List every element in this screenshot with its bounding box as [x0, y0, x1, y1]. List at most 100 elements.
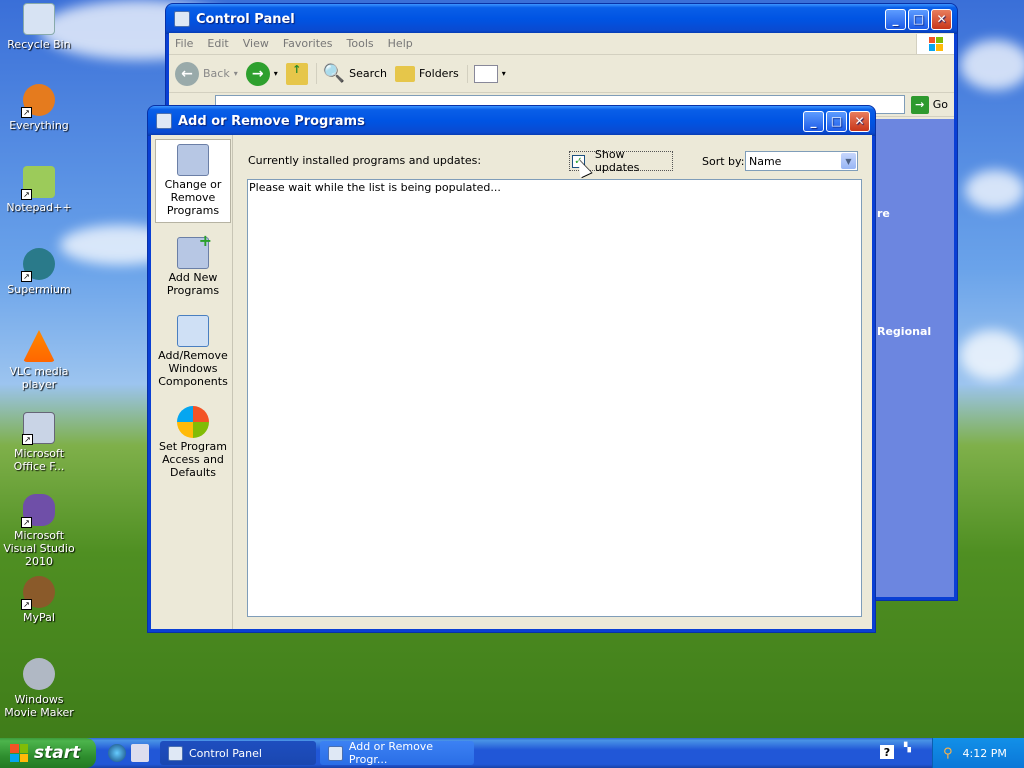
desktop-icon-label: Notepad++ — [6, 201, 72, 214]
clock[interactable]: 4:12 PM — [963, 747, 1007, 760]
taskbar-button-add-remove[interactable]: Add or Remove Progr... — [320, 740, 474, 766]
movie-maker-icon — [23, 658, 55, 690]
sidebar-item-change-remove[interactable]: Change or Remove Programs — [155, 139, 231, 223]
network-icon[interactable]: ▚ — [904, 743, 911, 753]
help-icon[interactable]: ? — [880, 745, 894, 759]
folders-label: Folders — [418, 67, 459, 80]
add-remove-programs-icon — [156, 113, 172, 129]
sidebar-item-label: Change or Remove Programs — [164, 178, 222, 217]
minimize-button[interactable]: _ — [803, 110, 824, 132]
supermium-icon: ↗ — [21, 248, 55, 282]
close-button[interactable]: ✕ — [931, 8, 952, 30]
show-updates-label: Show updates — [594, 148, 640, 174]
sidebar-item-add-new[interactable]: + Add New Programs — [155, 233, 231, 301]
sort-by-label: Sort by: — [702, 155, 745, 168]
sidebar-item-label: Set Program Access and Defaults — [159, 440, 227, 479]
minimize-button[interactable]: _ — [885, 8, 906, 30]
views-button[interactable]: ▾ — [466, 64, 506, 83]
menu-file[interactable]: File — [175, 37, 193, 50]
maximize-button[interactable]: □ — [826, 110, 847, 132]
back-button[interactable]: ← Back ▾ — [175, 61, 238, 86]
show-desktop-icon[interactable] — [131, 744, 149, 762]
desktop-icon-notepad[interactable]: ↗ Notepad++ — [0, 166, 78, 214]
forward-button[interactable]: → ▾ — [245, 61, 278, 86]
desktop-icon-everything[interactable]: ↗ Everything — [0, 84, 78, 132]
control-panel-icon — [174, 11, 190, 27]
search-label: Search — [349, 67, 387, 80]
desktop-icon-label: Microsoft Office F... — [13, 447, 65, 473]
programs-list[interactable]: Please wait while the list is being popu… — [247, 179, 862, 617]
maximize-button[interactable]: □ — [908, 8, 929, 30]
folders-button[interactable]: Folders — [394, 65, 459, 82]
desktop-icon-recycle-bin[interactable]: Recycle Bin — [0, 3, 78, 51]
up-folder-icon: ↑ — [285, 62, 308, 85]
desktop-icon-label: Windows Movie Maker — [4, 693, 74, 719]
window-title: Control Panel — [196, 11, 295, 27]
search-icon: 🔍 — [322, 63, 346, 84]
windows-logo-icon — [916, 33, 954, 54]
desktop-icon-label: Supermium — [7, 283, 71, 296]
task-label: Add or Remove Progr... — [348, 740, 434, 766]
go-label: Go — [932, 98, 948, 111]
vlc-icon — [23, 330, 55, 362]
back-label: Back — [203, 67, 230, 80]
search-button[interactable]: 🔍 Search — [315, 63, 387, 84]
window-title: Add or Remove Programs — [178, 113, 365, 129]
internet-explorer-icon[interactable] — [108, 744, 126, 762]
program-access-icon — [177, 406, 209, 438]
menu-tools[interactable]: Tools — [347, 37, 374, 50]
sort-by-dropdown[interactable]: Name ▼ — [745, 151, 858, 171]
list-status-message: Please wait while the list is being popu… — [249, 181, 501, 194]
start-button[interactable]: start — [0, 738, 96, 768]
category-regional[interactable]: Regional — [877, 325, 931, 338]
add-remove-programs-icon — [328, 745, 343, 761]
windows-flag-icon — [10, 744, 28, 762]
go-arrow-icon: → — [910, 95, 929, 114]
desktop-icon-supermium[interactable]: ↗ Supermium — [0, 248, 78, 296]
chevron-down-icon[interactable]: ▼ — [841, 153, 856, 169]
sort-by-value: Name — [749, 154, 782, 168]
windows-components-icon — [177, 315, 209, 347]
add-remove-programs-window[interactable]: Add or Remove Programs _ □ ✕ Change or R… — [147, 105, 876, 633]
desktop-icon-office[interactable]: ↗ Microsoft Office F... — [0, 412, 78, 473]
menu-help[interactable]: Help — [388, 37, 413, 50]
desktop-icon-label: VLC media player — [9, 365, 69, 391]
sidebar-item-windows-components[interactable]: Add/Remove Windows Components — [155, 311, 231, 392]
menu-view[interactable]: View — [243, 37, 269, 50]
back-arrow-icon: ← — [175, 61, 199, 86]
menu-bar: File Edit View Favorites Tools Help — [169, 33, 954, 55]
desktop-icon-movie-maker[interactable]: Windows Movie Maker — [0, 658, 78, 719]
desktop-icon-label: MyPal — [23, 611, 55, 624]
category-text-partial[interactable]: re — [877, 207, 890, 220]
sidebar-item-label: Add New Programs — [166, 271, 220, 297]
control-panel-titlebar[interactable]: Control Panel _ □ ✕ — [166, 4, 957, 34]
taskbar-button-control-panel[interactable]: Control Panel — [160, 741, 316, 765]
task-label: Control Panel — [189, 746, 262, 760]
mypal-icon: ↗ — [21, 576, 55, 610]
views-icon — [473, 64, 498, 83]
desktop-icon-label: Everything — [9, 119, 69, 132]
visual-studio-icon: ↗ — [21, 494, 55, 528]
programs-pane: Currently installed programs and updates… — [233, 135, 872, 629]
desktop-icon-mypal[interactable]: ↗ MyPal — [0, 576, 78, 624]
folder-icon — [394, 65, 415, 82]
menu-favorites[interactable]: Favorites — [283, 37, 333, 50]
go-button[interactable]: → Go — [910, 95, 948, 114]
sidebar-item-program-access[interactable]: Set Program Access and Defaults — [155, 402, 231, 483]
office-icon: ↗ — [22, 412, 55, 445]
toolbar: ← Back ▾ → ▾ ↑ 🔍 Search Folders ▾ — [169, 55, 954, 93]
desktop-icon-vlc[interactable]: VLC media player — [0, 330, 78, 391]
menu-edit[interactable]: Edit — [207, 37, 228, 50]
sidebar-item-label: Add/Remove Windows Components — [158, 349, 228, 388]
search-tray-icon[interactable]: ⚲ — [943, 746, 953, 761]
up-folder-button[interactable]: ↑ — [285, 62, 308, 85]
sidebar: Change or Remove Programs + Add New Prog… — [151, 135, 233, 629]
add-remove-titlebar[interactable]: Add or Remove Programs _ □ ✕ — [148, 106, 875, 136]
close-button[interactable]: ✕ — [849, 110, 870, 132]
everything-icon: ↗ — [21, 84, 55, 118]
installed-programs-label: Currently installed programs and updates… — [248, 154, 482, 167]
system-tray: ⚲ 4:12 PM — [932, 738, 1024, 768]
desktop-icon-label: Microsoft Visual Studio 2010 — [3, 529, 75, 568]
desktop-icon-visual-studio[interactable]: ↗ Microsoft Visual Studio 2010 — [0, 494, 78, 568]
forward-arrow-icon: → — [245, 61, 270, 86]
